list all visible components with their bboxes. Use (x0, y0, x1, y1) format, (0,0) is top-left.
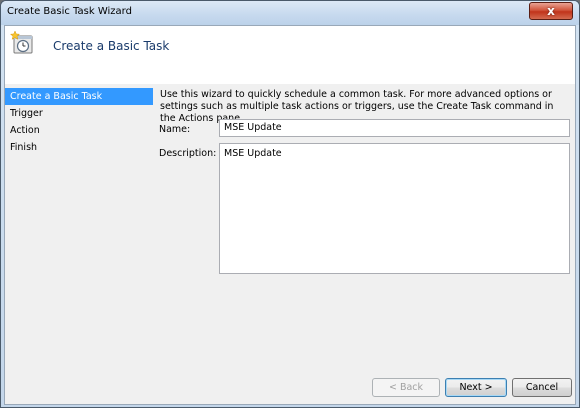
close-button[interactable]: x (529, 2, 573, 20)
nav-item-create-basic-task[interactable]: Create a Basic Task (5, 88, 153, 105)
wizard-header: Create a Basic Task (5, 26, 575, 84)
cancel-button[interactable]: Cancel (512, 378, 572, 397)
wizard-window: Create Basic Task Wizard x Create a Basi… (0, 0, 580, 408)
nav-item-trigger[interactable]: Trigger (5, 105, 153, 122)
title-bar[interactable]: Create Basic Task Wizard x (1, 1, 579, 25)
wizard-steps-nav: Create a Basic Task Trigger Action Finis… (5, 88, 153, 156)
next-button[interactable]: Next > (445, 378, 507, 397)
back-button[interactable]: < Back (372, 378, 440, 397)
name-input[interactable]: MSE Update (219, 119, 570, 137)
close-icon: x (547, 4, 555, 18)
description-label: Description: (159, 148, 217, 159)
description-textarea[interactable]: MSE Update (219, 143, 570, 274)
scheduled-task-clock-icon (9, 30, 33, 54)
page-title: Create a Basic Task (53, 39, 170, 53)
name-label: Name: (159, 124, 191, 135)
nav-item-action[interactable]: Action (5, 122, 153, 139)
nav-item-finish[interactable]: Finish (5, 139, 153, 156)
wizard-client-area: Create a Basic Task Create a Basic Task … (4, 25, 576, 405)
window-title: Create Basic Task Wizard (7, 6, 132, 17)
